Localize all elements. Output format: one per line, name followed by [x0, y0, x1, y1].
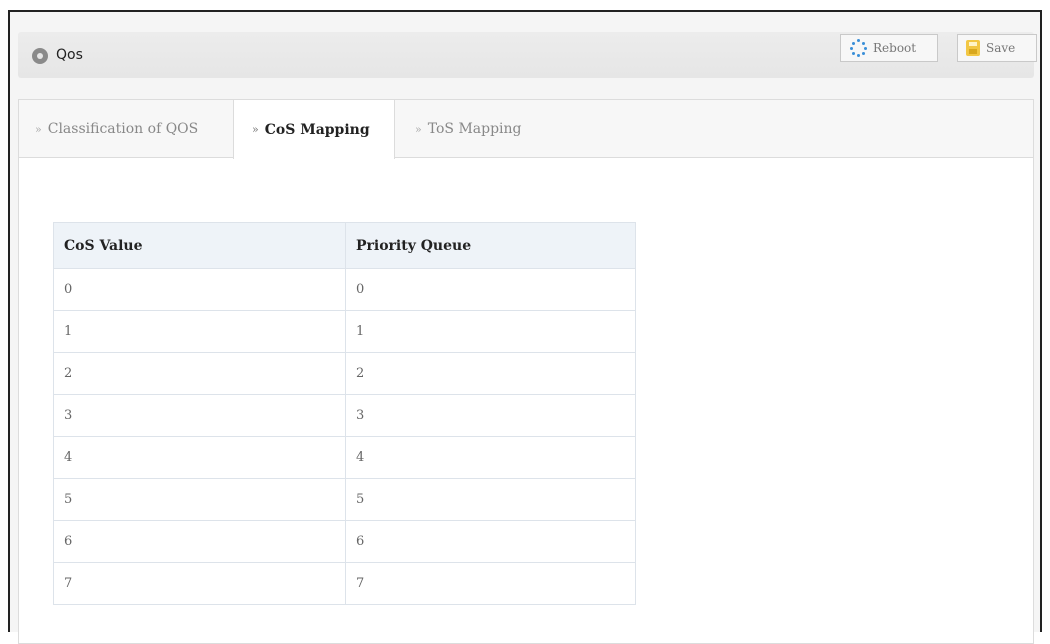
tab-bar: » Classification of QOS » CoS Mapping » …	[19, 100, 1033, 159]
priority-queue-cell: 5	[345, 478, 636, 521]
location-pin-icon	[32, 48, 48, 64]
column-header-priority-queue: Priority Queue	[345, 222, 636, 269]
table-row: 6 6	[53, 520, 636, 563]
tab-classification-of-qos[interactable]: » Classification of QOS	[19, 100, 233, 158]
reboot-button[interactable]: Reboot	[840, 34, 938, 62]
reboot-icon	[849, 39, 867, 57]
double-chevron-right-icon: »	[35, 122, 42, 136]
save-button[interactable]: Save	[957, 34, 1037, 62]
priority-queue-cell: 0	[345, 268, 636, 311]
table-header-row: CoS Value Priority Queue	[53, 222, 636, 269]
table-row: 5 5	[53, 478, 636, 521]
tab-label: ToS Mapping	[427, 121, 522, 137]
reboot-label: Reboot	[873, 41, 917, 55]
column-header-cos-value: CoS Value	[53, 222, 346, 269]
cos-value-cell: 3	[53, 394, 346, 437]
tab-label: CoS Mapping	[264, 121, 370, 138]
tab-label: Classification of QOS	[47, 121, 199, 137]
save-icon	[966, 40, 980, 56]
content-panel: » Classification of QOS » CoS Mapping » …	[18, 99, 1034, 644]
cos-value-cell: 7	[53, 562, 346, 605]
table-row: 4 4	[53, 436, 636, 479]
priority-queue-cell: 2	[345, 352, 636, 395]
tab-tos-mapping[interactable]: » ToS Mapping	[395, 100, 545, 158]
table-row: 1 1	[53, 310, 636, 353]
double-chevron-right-icon: »	[252, 123, 259, 136]
table-row: 2 2	[53, 352, 636, 395]
priority-queue-cell: 1	[345, 310, 636, 353]
double-chevron-right-icon: »	[415, 122, 422, 136]
cos-value-cell: 6	[53, 520, 346, 563]
priority-queue-cell: 6	[345, 520, 636, 563]
cos-value-cell: 1	[53, 310, 346, 353]
cos-mapping-table: CoS Value Priority Queue 0 0 1 1 2 2 3 3…	[53, 222, 636, 605]
cos-value-cell: 2	[53, 352, 346, 395]
save-label: Save	[986, 41, 1016, 55]
window-frame: Qos Reboot Save » Classification of QOS …	[8, 10, 1042, 644]
table-row: 7 7	[53, 562, 636, 605]
cos-value-cell: 0	[53, 268, 346, 311]
table-row: 3 3	[53, 394, 636, 437]
cos-value-cell: 4	[53, 436, 346, 479]
cos-value-cell: 5	[53, 478, 346, 521]
tab-cos-mapping[interactable]: » CoS Mapping	[233, 100, 395, 159]
priority-queue-cell: 4	[345, 436, 636, 479]
page-title: Qos	[56, 47, 83, 63]
priority-queue-cell: 7	[345, 562, 636, 605]
table-row: 0 0	[53, 268, 636, 311]
priority-queue-cell: 3	[345, 394, 636, 437]
